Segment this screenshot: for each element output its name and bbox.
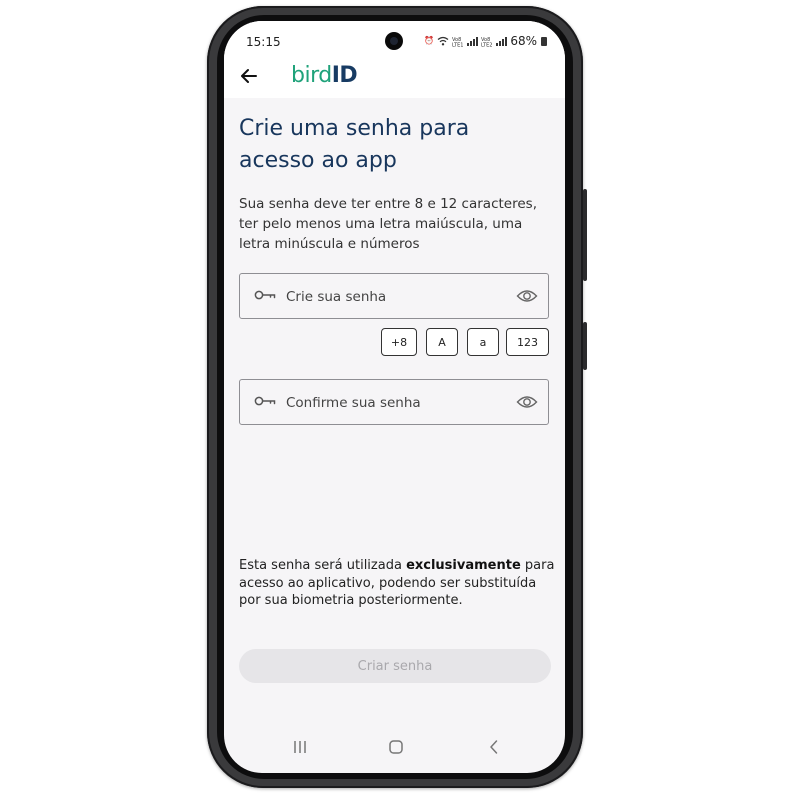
- svg-text:LTE2: LTE2: [481, 42, 493, 47]
- note-bold: exclusivamente: [406, 558, 521, 573]
- app-screen: 15:15 ⏰ Vo8 LTE1 Vo8 LTE2 68% birdID Cri…: [224, 21, 565, 773]
- front-camera: [385, 32, 403, 50]
- eye-icon[interactable]: [516, 394, 538, 410]
- subtitle-line-2: ter pelo menos uma letra maiúscula, uma: [239, 216, 523, 232]
- subtitle-line-3: letra minúscula e números: [239, 236, 420, 252]
- page-title: Crie uma senha para acesso ao app: [239, 113, 539, 177]
- power-button: [583, 322, 587, 370]
- password-field[interactable]: [239, 273, 549, 319]
- phone-frame: 15:15 ⏰ Vo8 LTE1 Vo8 LTE2 68% birdID Cri…: [207, 6, 587, 788]
- alarm-icon: ⏰: [424, 36, 435, 45]
- arrow-left-icon[interactable]: [238, 65, 260, 87]
- title-line-1: Crie uma senha para: [239, 116, 470, 141]
- create-password-button[interactable]: Criar senha: [239, 649, 551, 683]
- status-icons: ⏰ Vo8 LTE1 Vo8 LTE2 68%: [424, 34, 547, 48]
- key-icon: [254, 396, 276, 406]
- confirm-password-input[interactable]: [286, 391, 506, 415]
- logo-id-text: ID: [331, 63, 358, 88]
- note-line-3: por sua biometria posteriormente.: [239, 593, 463, 608]
- rule-number-chip: 123: [506, 328, 549, 356]
- title-line-2: acesso ao app: [239, 148, 397, 173]
- logo-bird-text: bird: [291, 63, 332, 88]
- note-line-2: acesso ao aplicativo, podendo ser substi…: [239, 575, 537, 591]
- battery-level: 68%: [510, 34, 537, 48]
- password-input[interactable]: [286, 285, 506, 309]
- subtitle-line-1: Sua senha deve ter entre 8 e 12 caracter…: [239, 196, 537, 212]
- recent-apps-icon[interactable]: [292, 739, 308, 755]
- home-icon[interactable]: [388, 739, 404, 755]
- volume-button: [583, 189, 587, 281]
- wifi-icon: [437, 36, 449, 46]
- note-part-2: para: [520, 558, 555, 573]
- note-part-1: Esta senha será utilizada: [239, 558, 407, 573]
- key-icon: [254, 290, 276, 300]
- status-bar: 15:15 ⏰ Vo8 LTE1 Vo8 LTE2 68%: [224, 21, 565, 57]
- status-time: 15:15: [246, 35, 281, 49]
- rule-uppercase-chip: A: [426, 328, 458, 356]
- confirm-password-field[interactable]: [239, 379, 549, 425]
- app-bar: birdID: [224, 57, 565, 98]
- back-nav-icon[interactable]: [486, 739, 502, 755]
- eye-icon[interactable]: [516, 288, 538, 304]
- battery-icon: [541, 36, 547, 46]
- password-usage-note: Esta senha será utilizada exclusivamente…: [239, 557, 557, 610]
- rule-min-length-chip: +8: [381, 328, 417, 356]
- password-requirements-text: Sua senha deve ter entre 8 e 12 caracter…: [239, 194, 549, 254]
- system-nav-bar: [224, 729, 565, 773]
- rule-lowercase-chip: a: [467, 328, 499, 356]
- signal-lte1-icon: Vo8 LTE1: [452, 36, 479, 47]
- signal-lte2-icon: Vo8 LTE2: [481, 36, 508, 47]
- svg-text:LTE1: LTE1: [452, 42, 464, 47]
- birdid-logo: birdID: [291, 63, 358, 88]
- password-rules: +8 A a 123: [381, 328, 549, 358]
